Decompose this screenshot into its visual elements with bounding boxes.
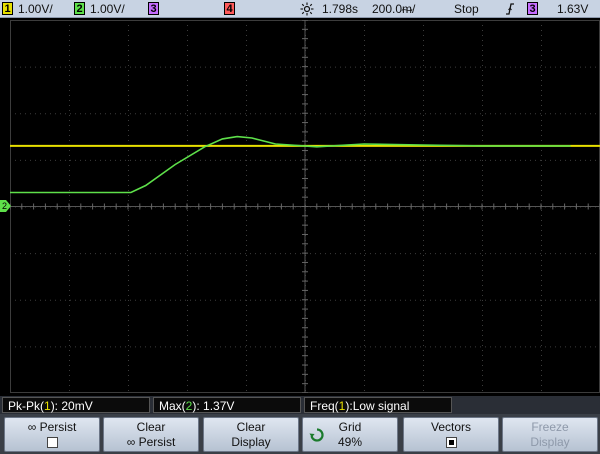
channel-2-indicator[interactable]: 2	[74, 2, 85, 15]
persist-button[interactable]: ∞ Persist	[4, 417, 100, 452]
sun-icon	[300, 0, 316, 18]
vectors-checkbox[interactable]	[445, 437, 457, 449]
run-state: Stop	[454, 2, 479, 16]
grid-intensity-button[interactable]: Grid 49%	[302, 417, 398, 452]
channel-3-indicator[interactable]: 3	[148, 2, 159, 15]
channel-2-scale: 1.00V/	[90, 2, 125, 16]
time-scale: 200.0ᵯ/	[372, 2, 416, 16]
clear-persist-button[interactable]: Clear ∞ Persist	[103, 417, 199, 452]
time-delay: 1.798s	[322, 2, 359, 16]
measurement-pk-pk[interactable]: Pk-Pk(1): 20mV	[2, 397, 150, 413]
softkey-bar: ∞ Persist Clear ∞ Persist Clear Display …	[0, 414, 600, 454]
channel-4-indicator[interactable]: 4	[224, 2, 235, 15]
channel-1-scale: 1.00V/	[18, 2, 53, 16]
freeze-display-button[interactable]: Freeze Display	[502, 417, 598, 452]
trigger-edge-icon	[505, 0, 517, 18]
channel-2-ground-marker-label: 2	[2, 201, 7, 211]
persist-checkbox[interactable]	[46, 437, 58, 449]
waveform-display[interactable]	[10, 20, 600, 393]
trigger-source-indicator: 3	[527, 2, 538, 15]
measurement-max[interactable]: Max(2): 1.37V	[153, 397, 301, 413]
trigger-level: 1.63V	[557, 2, 589, 16]
status-bar: 1 1.00V/ 2 1.00V/ 3 4 1.798s 200.0ᵯ/ Sto…	[0, 0, 600, 18]
clear-display-button[interactable]: Clear Display	[203, 417, 299, 452]
measurement-bar: Pk-Pk(1): 20mV Max(2): 1.37V Freq(1):Low…	[0, 396, 600, 414]
channel-1-indicator[interactable]: 1	[2, 2, 13, 15]
graticule	[10, 20, 600, 393]
measurement-freq[interactable]: Freq(1):Low signal	[304, 397, 452, 413]
channel-2-ground-marker: 2	[0, 200, 11, 212]
vectors-button[interactable]: Vectors	[403, 417, 499, 452]
